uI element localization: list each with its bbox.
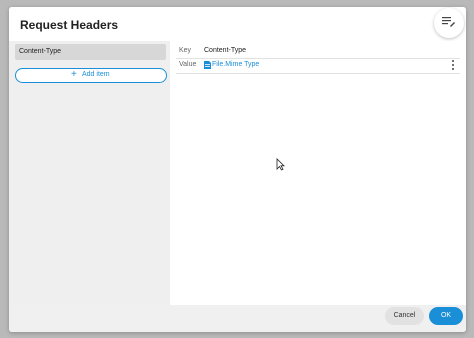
dialog-footer: Cancel OK [9,305,466,332]
value-field[interactable]: File.Mime Type [212,61,259,68]
plus-icon: + [71,69,77,80]
dialog-title: Request Headers [20,18,119,32]
header-detail-panel: Key Content-Type Value File.Mime Type [170,41,466,305]
ok-button[interactable]: OK [429,307,463,325]
add-item-button[interactable]: + Add item [15,68,167,83]
row-divider [176,73,460,74]
value-row: Value File.Mime Type [176,58,460,72]
edit-list-button[interactable] [434,8,464,38]
value-label: Value [179,61,197,68]
sidebar-item-label: Content-Type [19,48,62,55]
add-item-label: Add item [82,71,110,78]
key-value-field[interactable]: Content-Type [204,47,246,54]
dialog-header: Request Headers [9,7,466,41]
request-headers-dialog: Request Headers Content-Type + Add item … [9,7,466,332]
mouse-cursor-icon [276,158,285,171]
file-icon [204,61,211,69]
kebab-menu-icon[interactable] [450,60,456,70]
header-list-sidebar: Content-Type + Add item [9,41,170,305]
key-row: Key Content-Type [176,44,460,58]
edit-list-icon [442,17,455,27]
cancel-button[interactable]: Cancel [385,307,424,325]
sidebar-item-content-type[interactable]: Content-Type [15,44,166,60]
key-label: Key [179,47,192,54]
